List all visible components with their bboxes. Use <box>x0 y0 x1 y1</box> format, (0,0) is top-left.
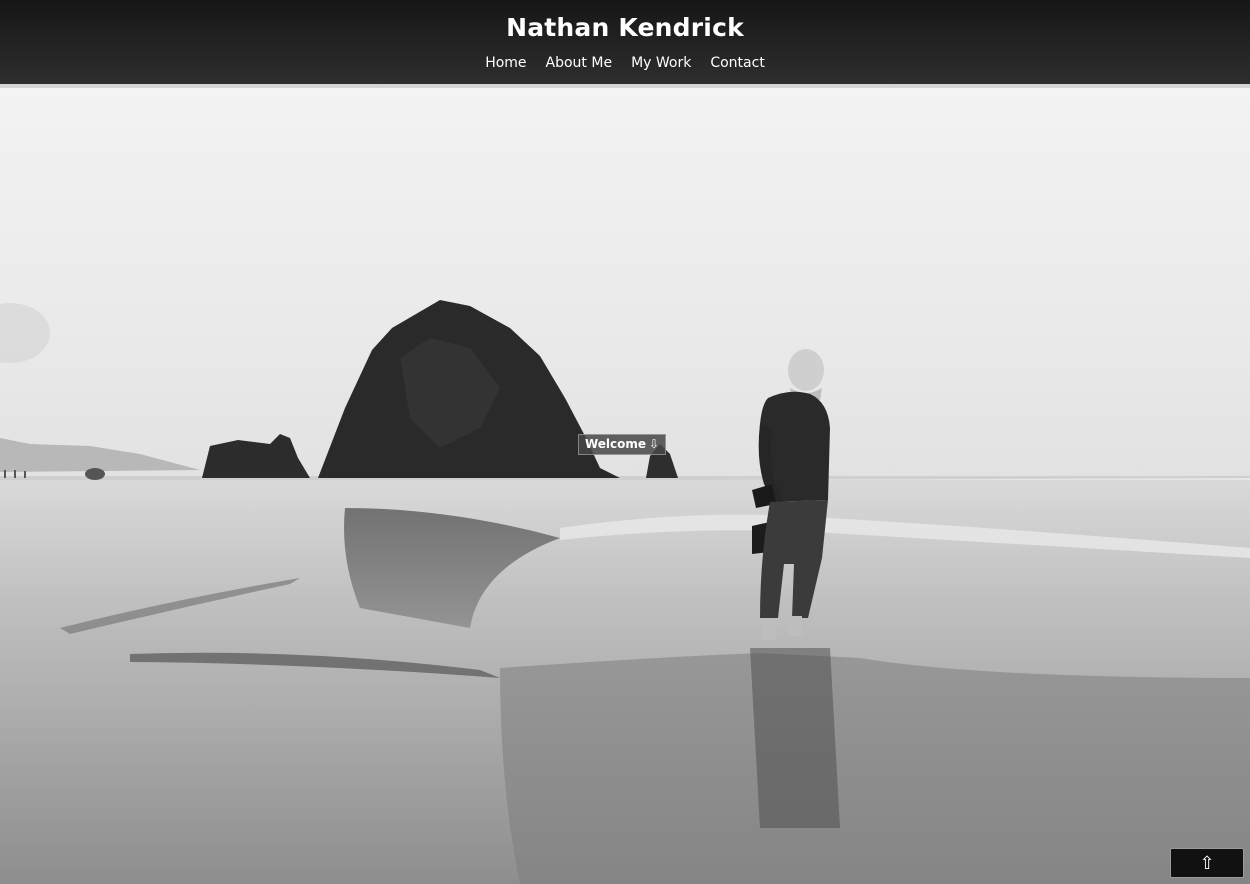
up-arrow-icon: ⇧ <box>1199 853 1215 873</box>
site-header: Nathan Kendrick Home About Me My Work Co… <box>0 0 1250 88</box>
main-nav: Home About Me My Work Contact <box>0 55 1250 71</box>
back-to-top-button[interactable]: ⇧ <box>1170 848 1244 878</box>
nav-contact-link[interactable]: Contact <box>710 55 764 71</box>
welcome-button[interactable]: Welcome ⇩ <box>578 434 666 455</box>
nav-about-link[interactable]: About Me <box>546 55 613 71</box>
down-arrow-icon: ⇩ <box>649 437 660 451</box>
hero-image <box>0 88 1250 884</box>
welcome-label: Welcome <box>584 437 646 451</box>
nav-work-link[interactable]: My Work <box>631 55 691 71</box>
site-title[interactable]: Nathan Kendrick <box>0 0 1250 44</box>
page: Nathan Kendrick Home About Me My Work Co… <box>0 0 1250 884</box>
nav-home-link[interactable]: Home <box>485 55 526 71</box>
